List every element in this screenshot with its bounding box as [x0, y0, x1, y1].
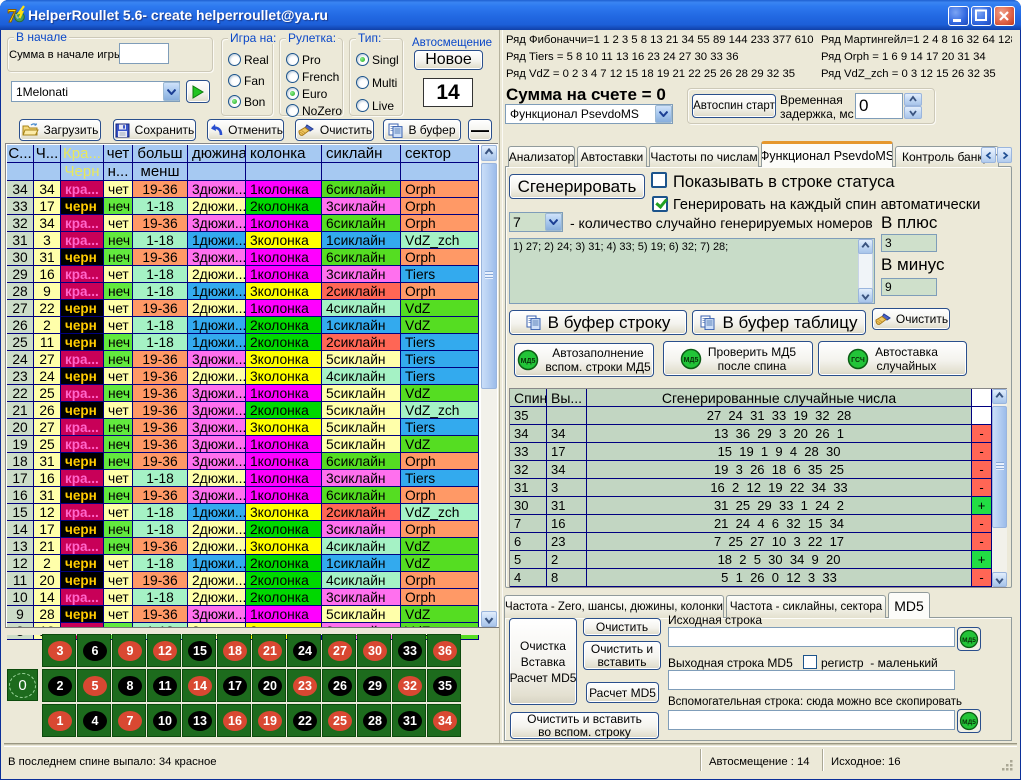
svg-text:ГСЧ: ГСЧ: [851, 357, 865, 364]
svg-text:МД5: МД5: [684, 357, 699, 364]
svg-text:МД5: МД5: [521, 358, 536, 365]
svg-text:МД5: МД5: [962, 719, 976, 726]
svg-text:МД5: МД5: [962, 637, 976, 644]
